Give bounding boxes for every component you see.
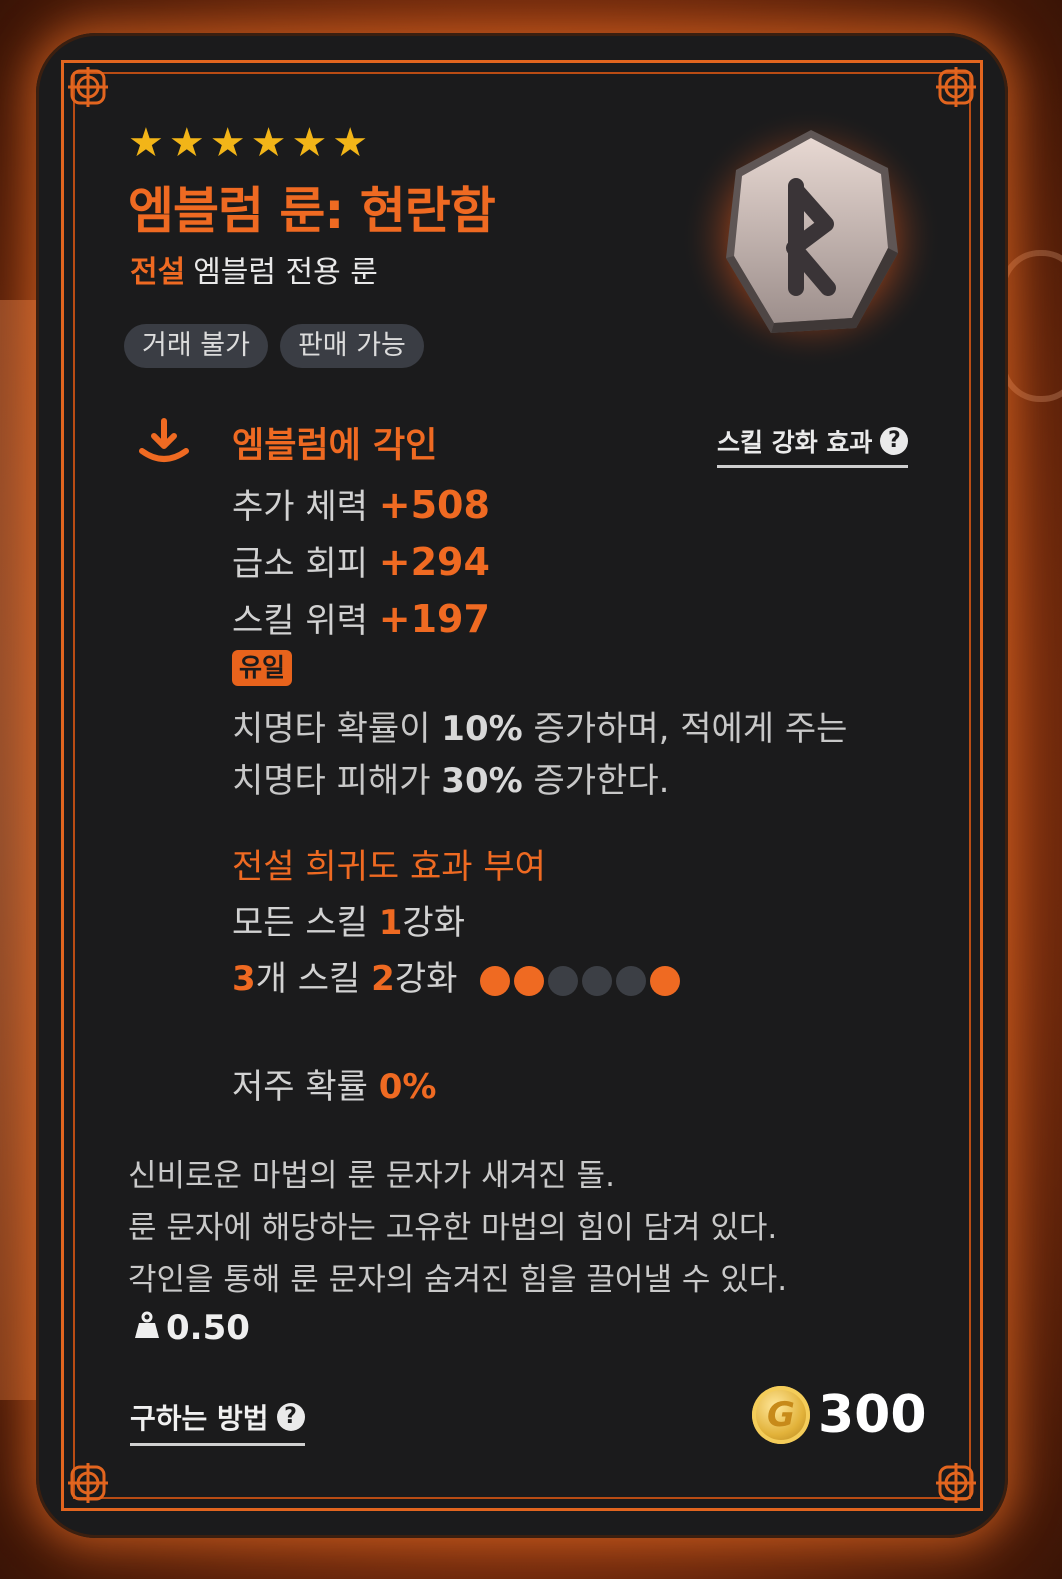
stat-value: +294 (378, 540, 490, 584)
desc-text: 증가하며, 적에게 주는 (522, 709, 848, 749)
skill-slot-dot (582, 965, 613, 996)
how-to-get-link[interactable]: 구하는 방법 ? (130, 1397, 305, 1446)
star-icon: ★ (168, 120, 205, 166)
curse-chance: 저주 확률 0% (232, 1059, 436, 1108)
item-category: 엠블럼 전용 룬 (193, 255, 378, 290)
item-subtitle: 전설 엠블럼 전용 룬 (130, 247, 378, 291)
stat-value: +197 (378, 597, 490, 641)
skill-slot-dot (514, 965, 545, 996)
legend-effect-title: 전설 희귀도 효과 부여 (232, 847, 546, 887)
item-weight: 0.50 (134, 1308, 250, 1348)
unique-desc-line2: 치명타 피해가 30% 증가한다. (232, 753, 669, 802)
line-text: 강화 (402, 903, 465, 943)
desc-value: 10% (441, 709, 523, 749)
star-icon: ★ (332, 120, 369, 166)
item-price: G 300 (752, 1385, 927, 1445)
item-tags: 거래 불가 판매 가능 (124, 324, 424, 368)
unique-desc-line1: 치명타 확률이 10% 증가하며, 적에게 주는 (232, 701, 847, 750)
skill-slot-dots (480, 965, 681, 996)
question-icon: ? (880, 427, 909, 455)
lore-line: 각인을 통해 룬 문자의 숨겨진 힘을 끌어낼 수 있다. (128, 1262, 788, 1298)
desc-text: 치명타 피해가 (232, 761, 442, 801)
stat-row: 스킬 위력 +197 (232, 593, 490, 642)
item-name: 엠블럼 룬: 현란함 (128, 182, 496, 240)
weight-value: 0.50 (166, 1308, 250, 1348)
lore-line: 신비로운 마법의 룬 문자가 새겨진 돌. (128, 1158, 615, 1194)
corner-knot-icon (60, 1455, 116, 1511)
line-number: 1 (378, 903, 403, 943)
line-text: 모든 스킬 (232, 903, 379, 943)
tag-sell: 판매 가능 (279, 324, 424, 368)
skill-enhance-effect-link[interactable]: 스킬 강화 효과 ? (717, 423, 909, 468)
how-to-get-label: 구하는 방법 (130, 1402, 269, 1435)
star-icon: ★ (209, 120, 246, 166)
stat-label: 스킬 위력 (232, 601, 368, 641)
curse-value: 0% (378, 1067, 437, 1107)
engrave-title: 엠블럼에 각인 (232, 426, 438, 466)
skill-slot-dot (616, 965, 647, 996)
line-text: 개 스킬 (255, 959, 372, 999)
stat-label: 급소 회피 (232, 544, 368, 584)
desc-text: 증가한다. (522, 761, 670, 801)
price-value: 300 (818, 1385, 927, 1445)
question-icon: ? (276, 1403, 305, 1431)
desc-text: 치명타 확률이 (232, 709, 442, 749)
background-right-ring (1000, 250, 1062, 402)
gold-coin-icon: G (752, 1386, 810, 1444)
skill-slot-dot (480, 965, 511, 996)
line-number: 3 (232, 959, 256, 999)
unique-badge: 유일 (232, 650, 293, 686)
stat-value: +508 (378, 483, 490, 527)
tag-trade: 거래 불가 (124, 324, 268, 368)
download-engrave-icon (136, 417, 192, 467)
star-icon: ★ (250, 120, 287, 166)
three-skills-enhance: 3개 스킬 2강화 (232, 951, 681, 1000)
coin-letter: G (767, 1395, 795, 1435)
star-icon: ★ (291, 120, 328, 166)
item-tooltip-card: ★ ★ ★ ★ ★ ★ 엠블럼 룬: 현란함 전설 엠블럼 전용 룬 거래 불가 … (36, 33, 1008, 1538)
stat-row: 급소 회피 +294 (232, 536, 490, 585)
line-text: 강화 (394, 959, 458, 999)
desc-value: 30% (441, 761, 523, 801)
line-number: 2 (371, 959, 395, 999)
corner-knot-icon (60, 59, 116, 115)
skill-enhance-effect-label: 스킬 강화 효과 (717, 428, 873, 457)
all-skills-enhance: 모든 스킬 1강화 (232, 895, 465, 944)
stat-row: 추가 체력 +508 (232, 479, 490, 528)
curse-label: 저주 확률 (232, 1067, 368, 1107)
weight-icon (134, 1308, 160, 1348)
stat-label: 추가 체력 (232, 487, 368, 527)
rune-item-image (676, 98, 946, 368)
star-icon: ★ (128, 120, 164, 166)
skill-slot-dot (650, 965, 681, 996)
corner-knot-icon (928, 1455, 984, 1511)
item-grade: 전설 (130, 255, 186, 290)
lore-line: 룬 문자에 해당하는 고유한 마법의 힘이 담겨 있다. (128, 1210, 778, 1246)
star-rating: ★ ★ ★ ★ ★ ★ (128, 123, 368, 163)
skill-slot-dot (548, 965, 579, 996)
